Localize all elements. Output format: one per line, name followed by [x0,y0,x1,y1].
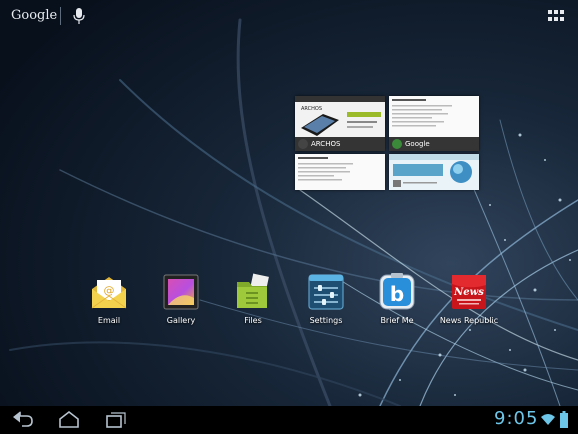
app-settings[interactable]: Settings [294,272,358,325]
recent-app-google-bar: Google [389,137,479,151]
news-republic-icon: News [452,275,486,309]
app-email[interactable]: @ Email [77,272,141,325]
archos-logo-text: ARCHOS [301,106,322,112]
google-icon [392,139,402,149]
microphone-icon[interactable] [72,7,86,25]
home-icon[interactable] [56,406,82,434]
wallpaper [0,0,578,406]
news-republic-glyph: News [453,287,484,298]
search-divider [60,7,61,25]
app-email-label: Email [97,316,121,325]
app-news-republic-label: News Republic [439,316,499,325]
recent-app-google-label: Google [405,140,430,148]
twitter-screenshot [389,154,479,190]
recent-app-browser-2[interactable] [389,154,479,190]
app-news-republic[interactable]: News News Republic [437,272,501,325]
apps-grid-icon[interactable] [548,10,564,22]
gallery-icon [163,274,199,310]
status-clock[interactable]: 9:05 [494,408,538,429]
archos-icon [298,139,308,149]
battery-icon[interactable] [560,411,568,428]
browser-screenshot [295,154,385,190]
recent-app-archos-bar: ARCHOS [295,137,385,151]
back-icon[interactable] [10,406,36,434]
app-brief-me[interactable]: b Brief Me [365,272,429,325]
recent-app-google[interactable]: Google [389,96,479,151]
files-icon [237,273,269,308]
brief-me-glyph: b [390,282,404,306]
settings-icon [308,274,344,310]
system-bar: 9:05 [0,406,578,434]
google-search-label[interactable]: Google [11,8,57,23]
app-files-label: Files [244,316,262,325]
app-settings-label: Settings [309,316,343,325]
email-icon: @ [91,277,127,309]
svg-text:@: @ [104,284,115,297]
recent-app-archos[interactable]: ARCHOS ARCHOS [295,96,385,151]
app-gallery-label: Gallery [166,316,196,325]
recent-app-browser-1[interactable] [295,154,385,190]
home-screen: Google ARCHOS ARCHOS Google @ Email Gall… [0,0,578,434]
recent-app-archos-label: ARCHOS [311,140,341,148]
brief-me-icon: b [379,273,415,310]
app-files[interactable]: Files [221,272,285,325]
wifi-icon[interactable] [541,412,555,426]
app-brief-me-label: Brief Me [380,316,414,325]
recent-apps-icon[interactable] [102,406,128,434]
app-gallery[interactable]: Gallery [149,272,213,325]
